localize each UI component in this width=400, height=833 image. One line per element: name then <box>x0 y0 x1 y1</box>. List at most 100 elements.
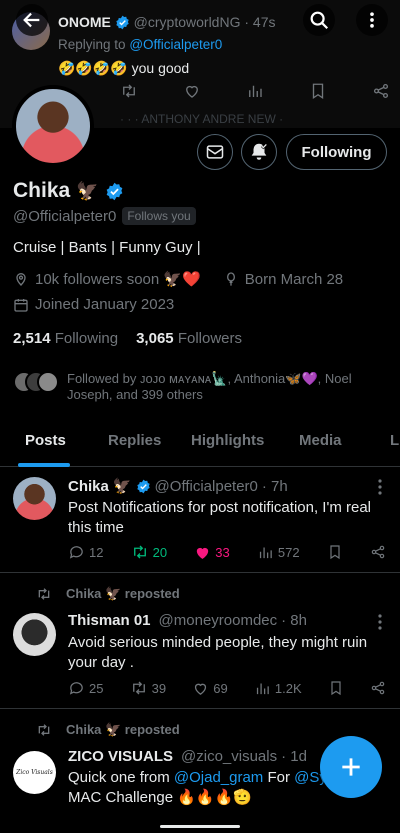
view-count: 572 <box>277 544 300 560</box>
views-button[interactable]: 1.2K <box>254 680 302 697</box>
repost-label[interactable]: Chika 🦅 reposted <box>66 722 180 738</box>
follow-counts: 2,514 Following 3,065 Followers <box>13 330 242 347</box>
views-icon <box>254 680 271 697</box>
reply-button[interactable]: 25 <box>68 680 103 697</box>
post-item[interactable]: Chika 🦅 @Officialpeter0 · 7h Post Notifi… <box>0 467 400 573</box>
repost-indicator: Chika 🦅 reposted <box>36 722 180 738</box>
bookmark-button[interactable] <box>327 544 343 560</box>
notifications-button[interactable] <box>241 134 277 170</box>
reply-button[interactable]: 12 <box>68 544 103 561</box>
following-button[interactable]: Following <box>286 134 387 170</box>
bookmark-icon <box>328 680 344 696</box>
reply-count: 12 <box>89 544 104 560</box>
profile-tabs: Posts Replies Highlights Media L <box>0 421 400 467</box>
plus-icon <box>338 754 364 780</box>
views-button[interactable]: 572 <box>257 544 300 561</box>
repost-button[interactable]: 39 <box>130 679 166 697</box>
followers-label: Followers <box>177 330 242 347</box>
repost-button[interactable]: 20 <box>131 543 167 561</box>
post-text-part: For <box>263 769 295 786</box>
birthday-balloon-icon <box>223 271 239 287</box>
retweet-icon <box>36 722 52 738</box>
tab-media[interactable]: Media <box>299 432 342 449</box>
following-count-link[interactable]: 2,514 Following <box>13 330 118 347</box>
retweet-icon <box>130 679 148 697</box>
profile-handle-row: @Officialpeter0 Follows you <box>13 207 196 225</box>
followers-count-link[interactable]: 3,065 Followers <box>136 330 242 347</box>
repost-indicator: Chika 🦅 reposted <box>36 586 180 602</box>
share-icon <box>370 544 386 560</box>
post-author-name[interactable]: ZICO VISUALS <box>68 748 173 765</box>
bookmark-icon <box>327 544 343 560</box>
compose-button[interactable] <box>320 736 382 798</box>
views-icon <box>257 544 274 561</box>
post-item[interactable]: Chika 🦅 reposted Thisman 01 @moneyroomde… <box>0 573 400 709</box>
tab-posts[interactable]: Posts <box>25 432 66 449</box>
bell-check-icon <box>248 141 270 163</box>
post-header: Thisman 01 @moneyroomdec · 8h <box>68 612 307 629</box>
profile-name-emoji: 🦅 <box>76 180 99 201</box>
post-header: Chika 🦅 @Officialpeter0 · 7h <box>68 477 288 496</box>
post-avatar[interactable] <box>13 613 56 656</box>
profile-meta-row: 10k followers soon 🦅❤️ Born March 28 <box>13 270 343 288</box>
followers-count: 3,065 <box>136 330 174 347</box>
like-count: 33 <box>215 544 230 560</box>
post-author-name[interactable]: Thisman 01 <box>68 612 151 629</box>
location-pin-icon <box>13 271 29 287</box>
followed-by-avatars <box>13 371 61 397</box>
repost-count: 39 <box>151 680 167 696</box>
profile-joined: Joined January 2023 <box>35 296 175 313</box>
bookmark-button[interactable] <box>328 680 344 696</box>
like-button[interactable]: 69 <box>192 680 228 697</box>
post-author-name[interactable]: Chika <box>68 478 109 495</box>
like-count: 69 <box>213 680 228 696</box>
profile-avatar[interactable] <box>12 85 94 167</box>
follows-you-badge: Follows you <box>122 207 196 225</box>
followed-by-text: Followed by ᴊᴏᴊᴏ ᴍᴀʏᴀɴᴀ🗽, Anthonia🦋💜, No… <box>67 371 352 402</box>
tab-highlights[interactable]: Highlights <box>191 432 264 449</box>
repost-count: 20 <box>152 544 168 560</box>
following-label: Following <box>54 330 119 347</box>
profile-name: Chika 🦅 <box>13 179 124 203</box>
post-time: · 7h <box>261 477 288 495</box>
share-button[interactable] <box>370 544 386 560</box>
profile-location: 10k followers soon 🦅❤️ <box>35 271 201 288</box>
tab-replies[interactable]: Replies <box>108 432 161 449</box>
post-author-handle: @moneyroomdec <box>158 612 278 629</box>
calendar-icon <box>13 297 29 313</box>
reply-icon <box>68 680 85 697</box>
post-time: · 1d <box>281 748 307 765</box>
view-count: 1.2K <box>274 680 302 696</box>
post-author-emoji: 🦅 <box>112 478 132 495</box>
post-more-icon[interactable] <box>378 614 382 630</box>
tab-likes[interactable]: L <box>390 432 399 449</box>
post-time: · 8h <box>281 612 307 629</box>
avatar-logo-text: Zico Visuals <box>16 769 53 776</box>
verified-badge-icon <box>136 479 151 494</box>
repost-label[interactable]: Chika 🦅 reposted <box>66 586 180 602</box>
share-icon <box>370 680 386 696</box>
post-avatar[interactable] <box>13 477 56 520</box>
reply-icon <box>68 544 85 561</box>
profile-joined-row: Joined January 2023 <box>13 296 174 313</box>
envelope-icon <box>205 142 225 162</box>
profile-section: Following Chika 🦅 @Officialpeter0 Follow… <box>0 0 400 833</box>
post-text-part: MAC Challenge 🔥🔥🔥🫡 <box>68 789 252 806</box>
retweet-icon <box>131 543 149 561</box>
heart-filled-icon <box>194 544 211 561</box>
post-text-part: Quick one from <box>68 769 174 786</box>
following-count: 2,514 <box>13 330 51 347</box>
post-avatar[interactable]: Zico Visuals <box>13 751 56 794</box>
followed-by-row[interactable]: Followed by ᴊᴏᴊᴏ ᴍᴀʏᴀɴᴀ🗽, Anthonia🦋💜, No… <box>13 369 393 405</box>
post-more-icon[interactable] <box>378 479 382 495</box>
post-text: Avoid serious minded people, they might … <box>68 634 368 671</box>
retweet-icon <box>36 586 52 602</box>
profile-handle: @Officialpeter0 <box>13 207 117 225</box>
share-button[interactable] <box>370 680 386 696</box>
post-header: ZICO VISUALS @zico_visuals · 1d <box>68 748 307 765</box>
message-button[interactable] <box>197 134 233 170</box>
like-button[interactable]: 33 <box>194 544 230 561</box>
post-mention[interactable]: @Ojad_gram <box>174 769 263 786</box>
post-author-handle: @zico_visuals <box>181 748 278 765</box>
home-indicator[interactable] <box>160 825 240 828</box>
